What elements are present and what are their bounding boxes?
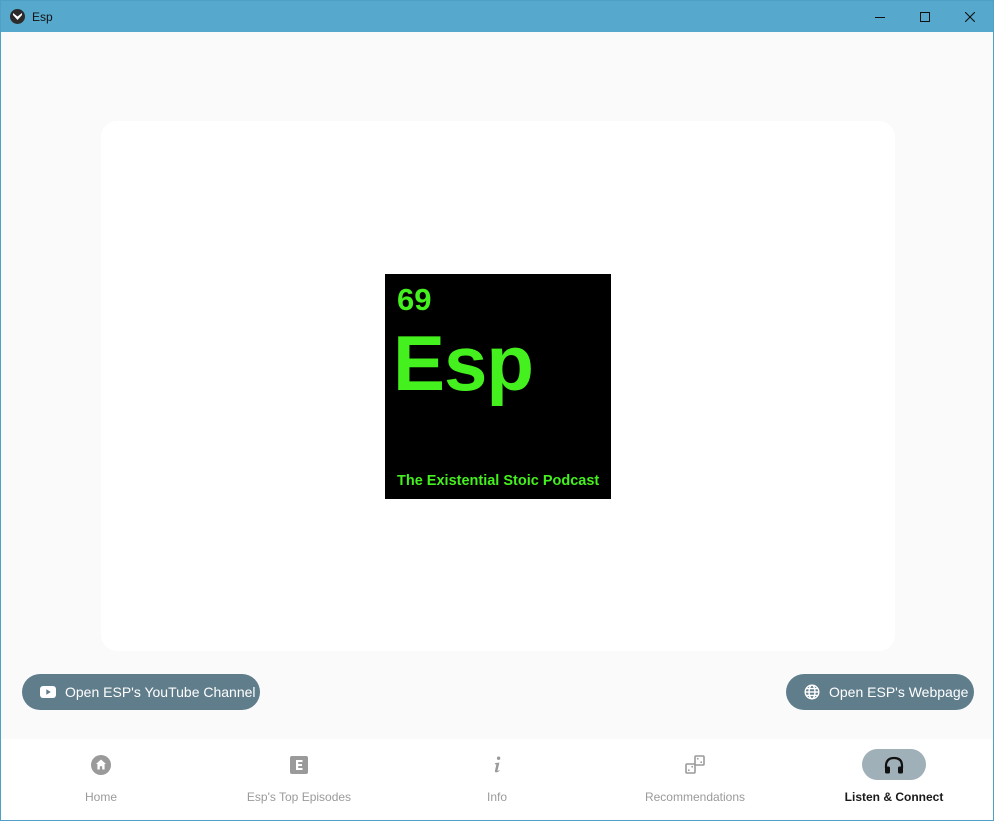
nav-label-home: Home — [84, 790, 117, 804]
bottom-navigation: Home Esp's Top Episodes Info Recommendat… — [1, 739, 993, 820]
letter-e-icon — [267, 749, 331, 780]
headphones-icon — [884, 756, 904, 773]
nav-label-info: Info — [486, 790, 507, 804]
open-youtube-button[interactable]: Open ESP's YouTube Channel — [22, 674, 260, 710]
nav-label-listen-connect: Listen & Connect — [844, 790, 944, 804]
open-webpage-button[interactable]: Open ESP's Webpage — [786, 674, 974, 710]
minimize-button[interactable] — [857, 1, 903, 32]
logo-number: 69 — [397, 282, 432, 317]
maximize-button[interactable] — [902, 1, 948, 32]
open-youtube-label: Open ESP's YouTube Channel — [65, 684, 256, 700]
nav-item-home[interactable]: Home — [2, 739, 200, 820]
nav-label-recommendations: Recommendations — [644, 790, 746, 804]
window-title: Esp — [32, 10, 53, 24]
nav-item-listen-connect[interactable]: Listen & Connect — [795, 739, 993, 820]
nav-item-info[interactable]: Info — [398, 739, 596, 820]
nav-item-top-episodes[interactable]: Esp's Top Episodes — [200, 739, 398, 820]
logo-subtitle: The Existential Stoic Podcast — [397, 473, 600, 489]
close-button[interactable] — [947, 1, 993, 32]
close-icon — [965, 11, 975, 22]
globe-icon — [803, 683, 821, 701]
app-window: Esp 69 Esp The Existential Stoic Podcast… — [0, 0, 994, 821]
app-logo-icon — [10, 9, 25, 24]
logo-symbol: Esp — [393, 319, 534, 407]
active-indicator — [862, 749, 926, 780]
info-icon — [465, 749, 529, 780]
minimize-icon — [875, 16, 885, 18]
home-icon — [69, 749, 133, 780]
open-webpage-label: Open ESP's Webpage — [829, 684, 969, 700]
nav-item-recommendations[interactable]: Recommendations — [596, 739, 794, 820]
youtube-icon — [39, 683, 57, 701]
podcast-logo: 69 Esp The Existential Stoic Podcast — [385, 274, 611, 499]
nav-label-top-episodes: Esp's Top Episodes — [246, 790, 352, 804]
dice-icon — [663, 749, 727, 780]
maximize-icon — [920, 11, 930, 22]
title-bar[interactable]: Esp — [1, 1, 993, 32]
